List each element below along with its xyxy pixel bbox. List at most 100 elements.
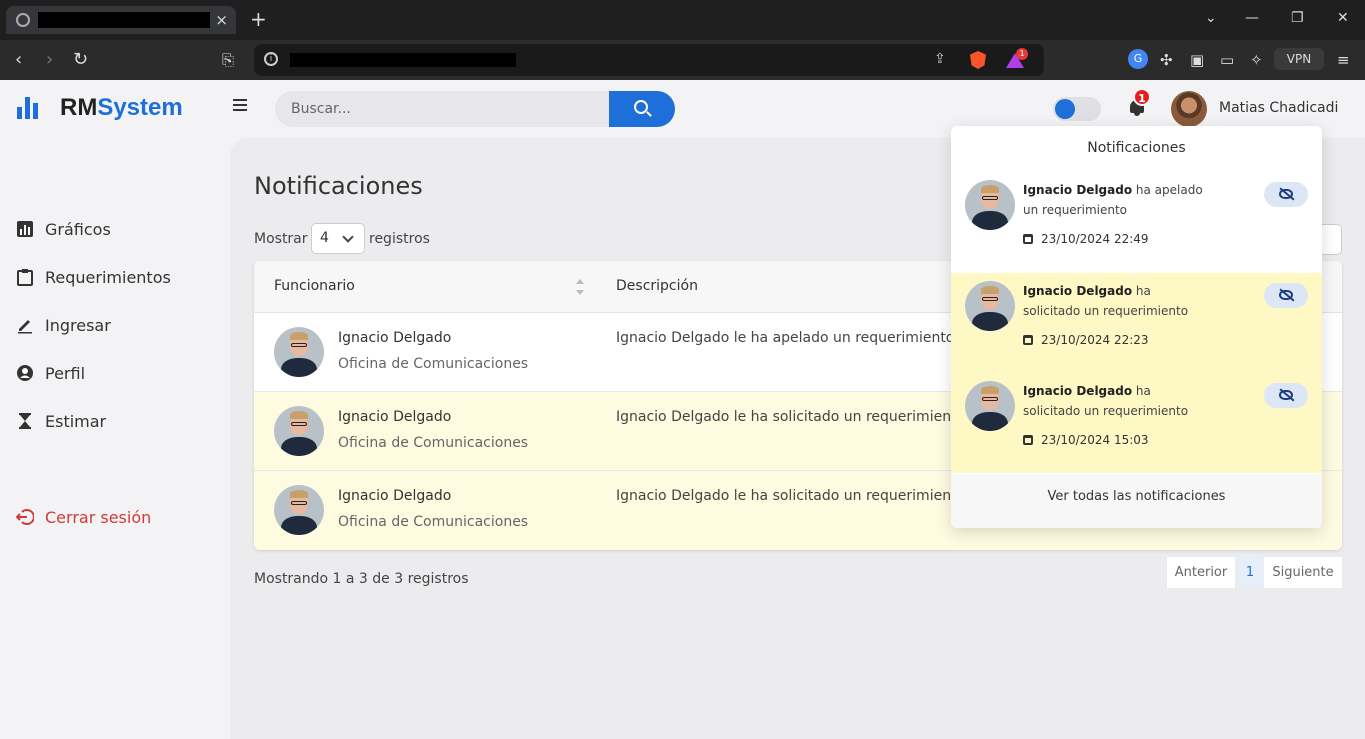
- close-window-button[interactable]: ✕: [1337, 10, 1349, 26]
- forward-arrow-icon[interactable]: ›: [46, 50, 53, 70]
- notifications-dropdown: Notificaciones Ignacio Delgado ha apelad…: [951, 126, 1322, 528]
- sidebar-item-label: Perfil: [45, 363, 86, 383]
- user-name[interactable]: Matias Chadicadi: [1219, 100, 1338, 116]
- browser-menu-icon[interactable]: ≡: [1337, 50, 1350, 70]
- notification-item[interactable]: Ignacio Delgado ha solicitado un requeri…: [951, 373, 1322, 473]
- search-field: [275, 91, 609, 127]
- mark-read-button[interactable]: [1264, 383, 1308, 408]
- page-title: Notificaciones: [254, 172, 423, 200]
- notification-date: 23/10/2024 15:03: [1023, 433, 1149, 447]
- brave-shield-icon[interactable]: [970, 51, 986, 69]
- user-avatar[interactable]: [1171, 91, 1207, 127]
- new-tab-button[interactable]: +: [250, 8, 267, 30]
- notification-date: 23/10/2024 22:23: [1023, 333, 1149, 347]
- notification-item[interactable]: Ignacio Delgado ha apelado un requerimie…: [951, 172, 1322, 272]
- share-icon[interactable]: ⇪: [934, 51, 946, 67]
- avatar: [274, 406, 324, 456]
- calendar-icon: [1023, 435, 1033, 445]
- site-info-icon[interactable]: i: [264, 52, 278, 66]
- translate-icon[interactable]: G: [1128, 49, 1148, 69]
- notification-count-badge: 1: [1133, 88, 1151, 106]
- rewards-badge: 1: [1016, 48, 1028, 60]
- chevron-down-icon: [342, 231, 354, 243]
- table-info: Mostrando 1 a 3 de 3 registros: [254, 571, 469, 587]
- notification-message: Ignacio Delgado ha solicitado un requeri…: [1023, 384, 1189, 418]
- bookmark-icon[interactable]: ⎘: [222, 50, 234, 70]
- vpn-button[interactable]: VPN: [1274, 48, 1324, 70]
- clipboard-icon: [16, 268, 34, 286]
- sidebar-item-label: Gráficos: [45, 219, 111, 239]
- employee-name: Ignacio Delgado: [338, 409, 452, 425]
- leo-ai-icon[interactable]: ✧: [1250, 50, 1263, 70]
- avatar: [965, 180, 1015, 230]
- sidebar-item-graficos[interactable]: Gráficos: [16, 217, 111, 241]
- records-label: registros: [369, 231, 430, 247]
- notification-message: Ignacio Delgado ha solicitado un requeri…: [1023, 284, 1189, 318]
- sort-icon[interactable]: [576, 279, 584, 295]
- notification-item[interactable]: Ignacio Delgado ha solicitado un requeri…: [951, 273, 1322, 373]
- address-bar[interactable]: i ⇪ 1: [254, 44, 1044, 76]
- browser-tab-bar: × + ⌄ — ❐ ✕: [0, 0, 1365, 40]
- user-circle-icon: [16, 364, 34, 382]
- sidebar-item-label: Requerimientos: [45, 267, 171, 287]
- mark-read-button[interactable]: [1264, 283, 1308, 308]
- bar-chart-icon: [16, 220, 34, 238]
- sidebar-item-label: Ingresar: [45, 315, 111, 335]
- sidebar-item-ingresar[interactable]: Ingresar: [16, 313, 111, 337]
- column-header-descripcion[interactable]: Descripción: [616, 278, 698, 294]
- employee-office: Oficina de Comunicaciones: [338, 356, 529, 372]
- calendar-icon: [1023, 234, 1033, 244]
- sidebar-item-requerimientos[interactable]: Requerimientos: [16, 265, 171, 289]
- avatar: [274, 485, 324, 535]
- logo-bar-chart-icon: [17, 97, 43, 119]
- mark-read-button[interactable]: [1264, 182, 1308, 207]
- employee-name: Ignacio Delgado: [338, 488, 452, 504]
- redacted-tab-title: [38, 12, 210, 28]
- employee-name: Ignacio Delgado: [338, 330, 452, 346]
- logout-button[interactable]: Cerrar sesión: [15, 505, 152, 529]
- browser-tab[interactable]: ×: [6, 6, 236, 34]
- sidebar-toggle-icon[interactable]: ▣: [1190, 50, 1204, 70]
- row-description: Ignacio Delgado le ha apelado un requeri…: [616, 330, 955, 346]
- reload-icon[interactable]: ↻: [73, 50, 88, 70]
- maximize-button[interactable]: ❐: [1291, 10, 1304, 26]
- hourglass-icon: [16, 412, 34, 430]
- employee-office: Oficina de Comunicaciones: [338, 514, 529, 530]
- tab-list-chevron-icon[interactable]: ⌄: [1205, 10, 1217, 26]
- hamburger-menu-icon[interactable]: [233, 99, 247, 111]
- dropdown-title: Notificaciones: [1087, 140, 1186, 156]
- browser-toolbar: ‹ › ↻ ⎘ i ⇪ 1 G ✣ ▣ ▭ ✧ VPN ≡: [0, 40, 1365, 80]
- column-header-funcionario[interactable]: Funcionario: [274, 278, 355, 294]
- avatar: [965, 281, 1015, 331]
- close-tab-button[interactable]: ×: [215, 10, 228, 30]
- row-description: Ignacio Delgado le ha solicitado un requ…: [616, 488, 952, 504]
- extensions-icon[interactable]: ✣: [1160, 50, 1173, 70]
- notification-date: 23/10/2024 22:49: [1023, 232, 1149, 246]
- pagination-page-1[interactable]: 1: [1237, 557, 1263, 588]
- pencil-icon: [16, 316, 34, 334]
- notification-message: Ignacio Delgado ha apelado un requerimie…: [1023, 183, 1203, 217]
- redacted-url: [290, 53, 516, 67]
- sidebar-item-label: Estimar: [45, 411, 107, 431]
- employee-office: Oficina de Comunicaciones: [338, 435, 529, 451]
- globe-icon: [16, 13, 30, 27]
- search-button[interactable]: [609, 91, 675, 127]
- pagination-previous[interactable]: Anterior: [1167, 557, 1235, 588]
- minimize-button[interactable]: —: [1245, 10, 1259, 26]
- brand-logo[interactable]: RMSystem: [60, 94, 183, 122]
- search-input[interactable]: [275, 91, 609, 127]
- wallet-icon[interactable]: ▭: [1220, 50, 1234, 70]
- sidebar-item-perfil[interactable]: Perfil: [16, 361, 85, 385]
- back-arrow-icon[interactable]: ‹: [15, 50, 22, 70]
- logout-label: Cerrar sesión: [45, 507, 152, 527]
- pagination-next[interactable]: Siguiente: [1264, 557, 1342, 588]
- avatar: [965, 381, 1015, 431]
- calendar-icon: [1023, 335, 1033, 345]
- show-entries-label: Mostrar: [254, 231, 308, 247]
- page-size-select[interactable]: 4: [311, 223, 365, 254]
- sidebar-item-estimar[interactable]: Estimar: [16, 409, 106, 433]
- view-all-notifications-link[interactable]: Ver todas las notificaciones: [951, 474, 1322, 528]
- avatar: [274, 327, 324, 377]
- logout-icon: [15, 508, 35, 526]
- theme-toggle[interactable]: [1053, 97, 1101, 121]
